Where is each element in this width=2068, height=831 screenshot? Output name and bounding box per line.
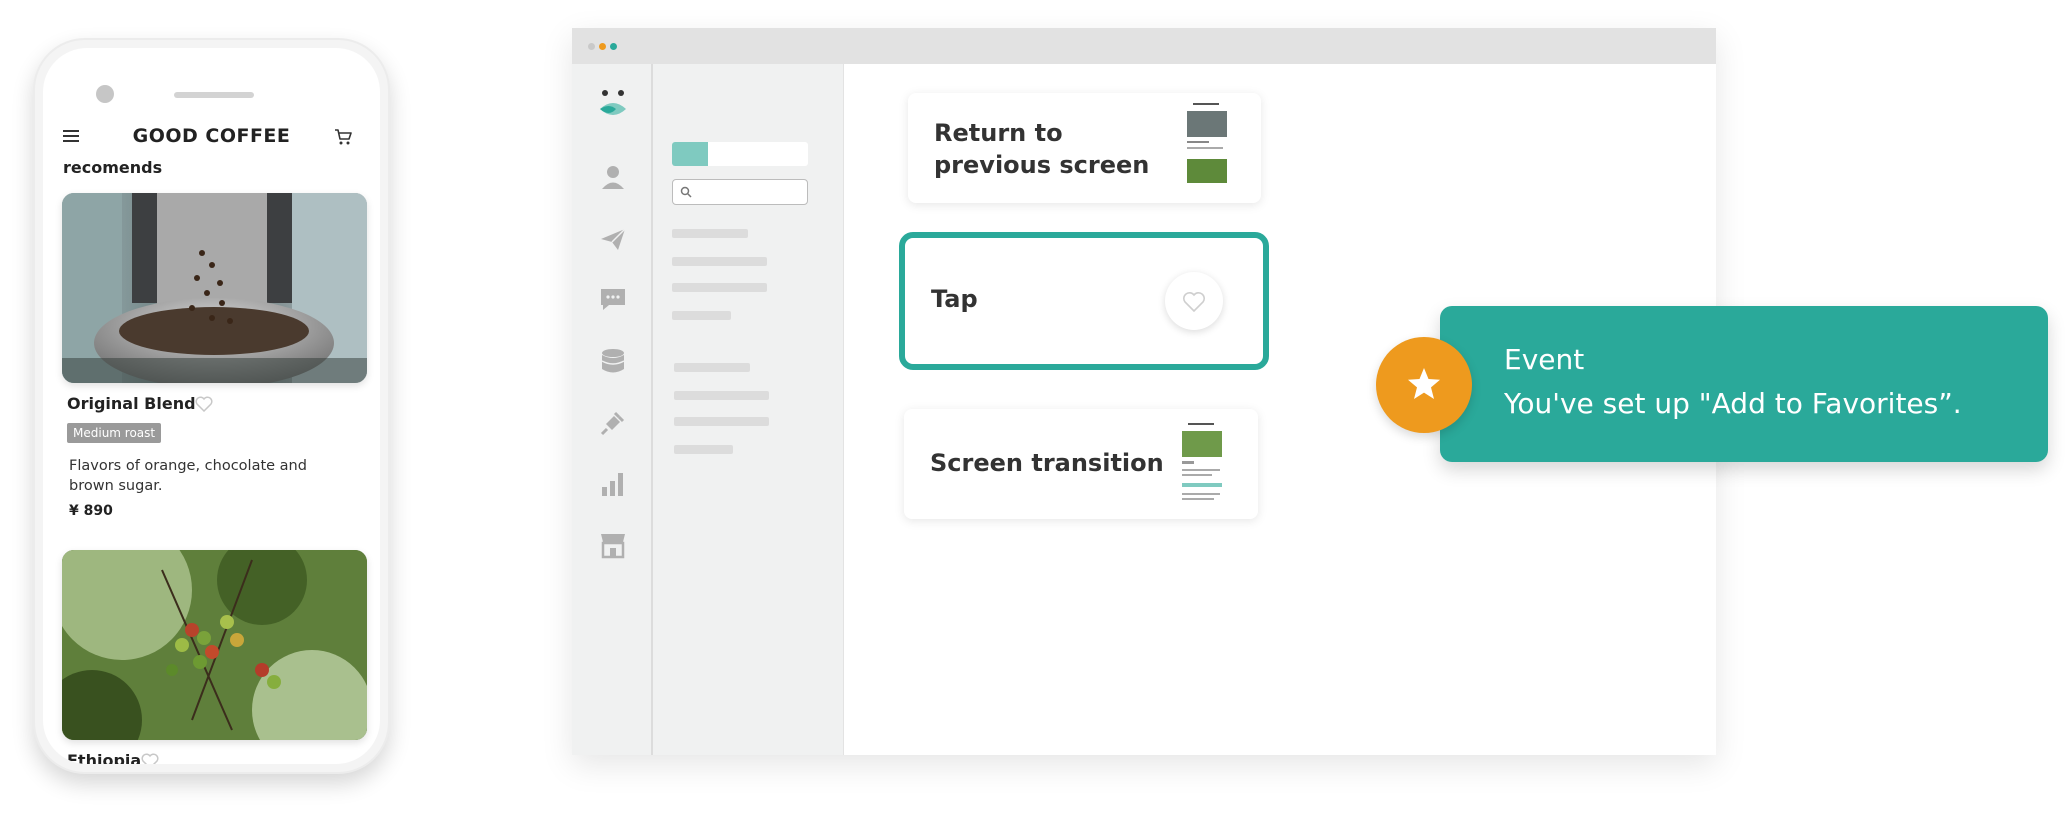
- flow-card-label: Tap: [931, 285, 978, 313]
- list-item-placeholder[interactable]: [674, 363, 750, 372]
- product-image[interactable]: [62, 193, 367, 383]
- heart-icon[interactable]: [141, 753, 159, 764]
- coffee-cherries-image: [62, 550, 367, 740]
- product-image[interactable]: [62, 550, 367, 740]
- window-dot-close[interactable]: [588, 43, 595, 50]
- list-item-placeholder[interactable]: [672, 257, 767, 266]
- list-item-placeholder[interactable]: [674, 445, 733, 454]
- panel-toggle[interactable]: [672, 142, 808, 166]
- star-icon: [1408, 368, 1440, 399]
- window-dot-minimize[interactable]: [599, 43, 606, 50]
- heart-icon: [1183, 292, 1205, 312]
- phone-mockup: GOOD COFFEE recomends Original Blend Med…: [33, 38, 390, 774]
- event-badge: [1376, 337, 1472, 433]
- list-item-placeholder[interactable]: [672, 283, 767, 292]
- flow-card-return[interactable]: Return to previous screen: [908, 93, 1261, 203]
- roast-badge: Medium roast: [67, 423, 162, 443]
- list-item-placeholder[interactable]: [674, 417, 769, 426]
- app-title: GOOD COFFEE: [132, 125, 291, 147]
- app-header: GOOD COFFEE: [43, 118, 380, 158]
- favorite-button[interactable]: [1165, 272, 1223, 330]
- screen-thumbnail: [1180, 421, 1224, 511]
- flow-card-transition[interactable]: Screen transition: [904, 409, 1258, 519]
- chat-icon[interactable]: [598, 284, 628, 314]
- search-icon: [680, 186, 692, 198]
- list-item-placeholder[interactable]: [674, 391, 769, 400]
- chart-icon[interactable]: [598, 469, 628, 499]
- logo-icon[interactable]: [596, 87, 630, 121]
- product-description: Flavors of orange, chocolate and brown s…: [69, 458, 307, 494]
- side-panel: [653, 64, 844, 755]
- send-icon[interactable]: [598, 224, 628, 254]
- phone-speaker: [174, 92, 254, 98]
- product-name: Original Blend: [67, 394, 196, 413]
- phone-screen: GOOD COFFEE recomends Original Blend Med…: [43, 48, 380, 764]
- search-input[interactable]: [672, 179, 808, 205]
- icon-rail: [572, 64, 653, 755]
- coffee-roaster-image: [62, 193, 367, 383]
- plugin-icon[interactable]: [598, 408, 628, 438]
- database-icon[interactable]: [598, 346, 628, 376]
- heart-icon[interactable]: [195, 396, 213, 412]
- store-icon[interactable]: [598, 530, 628, 560]
- flow-card-label: Return to previous screen: [934, 119, 1150, 179]
- flow-card-label: Screen transition: [930, 449, 1164, 477]
- list-item-placeholder[interactable]: [672, 311, 731, 320]
- user-icon[interactable]: [598, 162, 628, 192]
- screen-thumbnail: [1185, 101, 1229, 191]
- cart-icon[interactable]: [334, 128, 352, 146]
- flow-card-tap[interactable]: Tap: [899, 232, 1269, 370]
- product-price: ¥ 890: [69, 503, 113, 519]
- event-callout: Event You've set up "Add to Favorites”.: [1440, 306, 2048, 462]
- event-text: You've set up "Add to Favorites”.: [1504, 387, 1962, 420]
- window-dot-maximize[interactable]: [610, 43, 617, 50]
- product-name: Ethiopia: [67, 751, 142, 764]
- section-title: recomends: [63, 158, 163, 177]
- window-titlebar: [572, 28, 1716, 64]
- phone-camera: [96, 85, 114, 103]
- event-title: Event: [1504, 343, 1585, 376]
- list-item-placeholder[interactable]: [672, 229, 748, 238]
